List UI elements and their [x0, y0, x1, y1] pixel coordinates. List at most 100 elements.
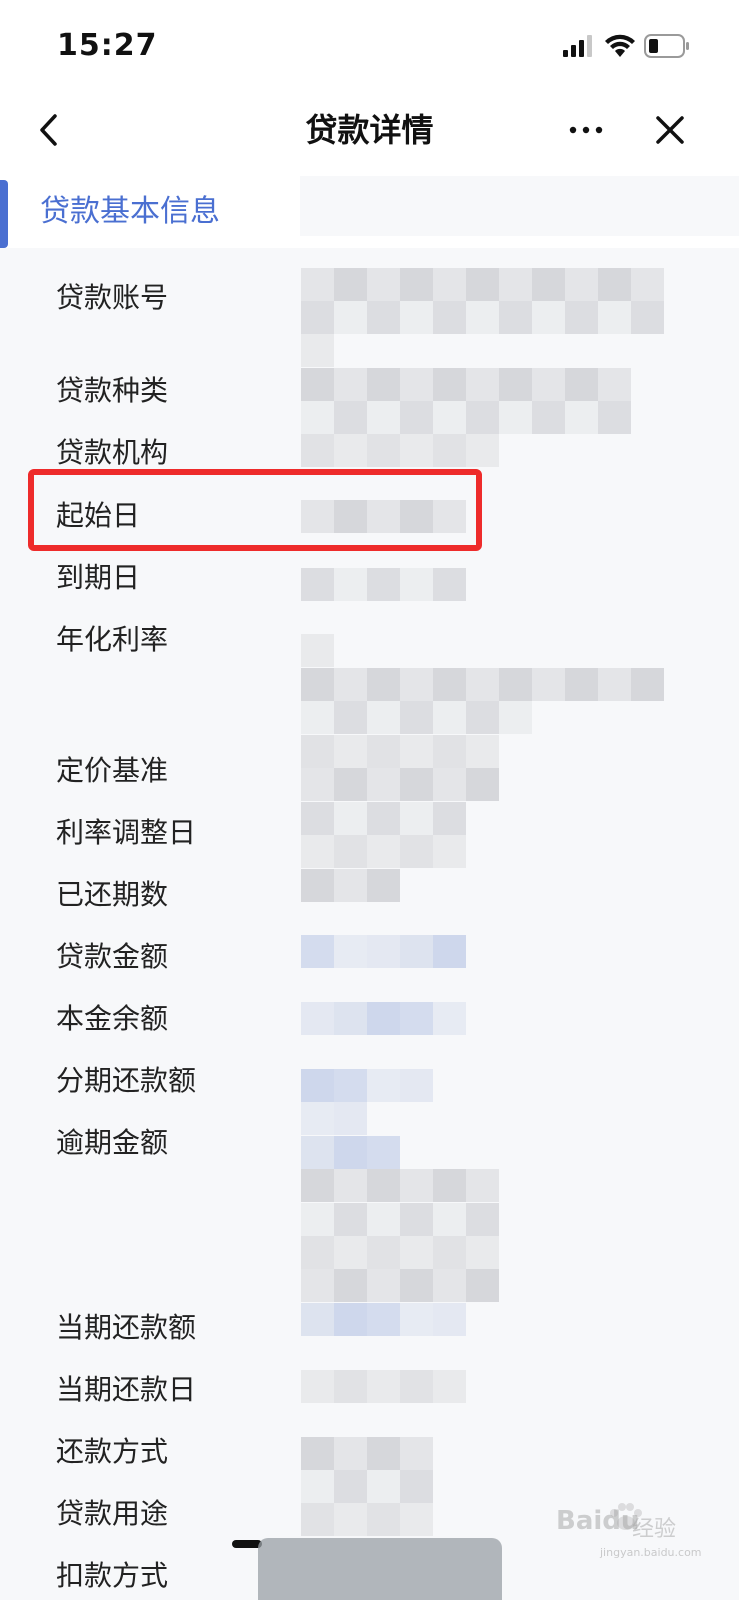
mosaic-tile [433, 1002, 466, 1035]
mosaic-tile [631, 301, 664, 334]
mosaic-tile [598, 668, 631, 701]
mosaic-tile [532, 668, 565, 701]
mosaic-tile [532, 368, 565, 401]
watermark-url: jingyan.baidu.com [600, 1546, 702, 1559]
field-label-principal-balance: 本金余额 [56, 1002, 169, 1035]
wifi-icon [605, 34, 635, 57]
mosaic-tile [400, 1503, 433, 1536]
field-label-rate-adjust-date: 利率调整日 [56, 816, 197, 849]
mosaic-tile [565, 368, 598, 401]
mosaic-tile [367, 835, 400, 868]
close-button[interactable] [648, 108, 692, 152]
section-tab-basic-info[interactable]: 贷款基本信息 [0, 176, 300, 248]
mosaic-tile [367, 1136, 400, 1169]
mosaic-tile [565, 401, 598, 434]
mosaic-tile [400, 301, 433, 334]
mosaic-tile [400, 1236, 433, 1269]
mosaic-tile [532, 401, 565, 434]
mosaic-tile [334, 368, 367, 401]
mosaic-tile [367, 1470, 400, 1503]
mosaic-tile [301, 568, 334, 601]
mosaic-tile [466, 401, 499, 434]
mosaic-tile [433, 1370, 466, 1403]
mosaic-tile [400, 434, 433, 467]
mosaic-tile [367, 768, 400, 801]
mosaic-tile [367, 401, 400, 434]
battery-icon [644, 34, 689, 58]
mosaic-tile [334, 434, 367, 467]
mosaic-tile [301, 334, 334, 367]
mosaic-tile [400, 935, 433, 968]
mosaic-tile [301, 1136, 334, 1169]
mosaic-tile [400, 835, 433, 868]
mosaic-tile [499, 268, 532, 301]
mosaic-tile [334, 1503, 367, 1536]
mosaic-tile [334, 668, 367, 701]
highlight-box [28, 469, 482, 551]
mosaic-tile [334, 1136, 367, 1169]
mosaic-tile [499, 701, 532, 734]
mosaic-tile [631, 668, 664, 701]
mosaic-tile [367, 1236, 400, 1269]
mosaic-tile [301, 835, 334, 868]
mosaic-tile [301, 1470, 334, 1503]
mosaic-tile [565, 668, 598, 701]
field-label-pricing-benchmark: 定价基准 [56, 754, 169, 787]
mosaic-tile [400, 1437, 433, 1470]
mosaic-tile [466, 1269, 499, 1302]
mosaic-tile [400, 768, 433, 801]
mosaic-tile [466, 1236, 499, 1269]
mosaic-tile [367, 735, 400, 768]
status-bar: 15:27 [0, 0, 739, 92]
mosaic-tile [334, 1203, 367, 1236]
mosaic-tile [400, 368, 433, 401]
mosaic-tile [334, 701, 367, 734]
close-icon [656, 116, 684, 144]
mosaic-tile [301, 869, 334, 902]
mosaic-tile [334, 1169, 367, 1202]
mosaic-tile [334, 1370, 367, 1403]
mosaic-tile [334, 1470, 367, 1503]
mosaic-tile [499, 368, 532, 401]
mosaic-tile [334, 1102, 367, 1135]
mosaic-tile [598, 301, 631, 334]
field-label-loan-amount: 贷款金额 [56, 940, 169, 973]
mosaic-tile [334, 1269, 367, 1302]
mosaic-tile [334, 935, 367, 968]
mosaic-tile [433, 768, 466, 801]
mosaic-tile [433, 1203, 466, 1236]
mosaic-tile [301, 1002, 334, 1035]
more-button[interactable] [564, 110, 608, 150]
mosaic-tile [400, 701, 433, 734]
mosaic-tile [400, 1269, 433, 1302]
mosaic-tile [334, 1236, 367, 1269]
mosaic-tile [466, 434, 499, 467]
field-label-current-repayment-date: 当期还款日 [56, 1373, 197, 1406]
mosaic-tile [565, 268, 598, 301]
mosaic-tile [301, 368, 334, 401]
section-accent-bar [0, 180, 8, 248]
mosaic-tile [301, 802, 334, 835]
mosaic-tile [598, 368, 631, 401]
mosaic-tile [433, 735, 466, 768]
mosaic-tile [532, 301, 565, 334]
field-label-repaid-periods: 已还期数 [56, 878, 169, 911]
mosaic-tile [532, 268, 565, 301]
mosaic-tile [433, 301, 466, 334]
mosaic-tile [367, 1269, 400, 1302]
mosaic-tile [301, 1236, 334, 1269]
mosaic-tile [400, 1470, 433, 1503]
mosaic-tile [367, 268, 400, 301]
mosaic-tile [367, 1169, 400, 1202]
mosaic-tile [433, 1303, 466, 1336]
mosaic-tile [367, 568, 400, 601]
mosaic-tile [367, 1002, 400, 1035]
mosaic-tile [367, 802, 400, 835]
mosaic-tile [433, 1269, 466, 1302]
field-label-annual-rate: 年化利率 [56, 623, 169, 656]
field-label-due-date: 到期日 [56, 561, 141, 594]
mosaic-tile [433, 368, 466, 401]
mosaic-tile [499, 668, 532, 701]
mosaic-tile [334, 301, 367, 334]
mosaic-tile [400, 802, 433, 835]
